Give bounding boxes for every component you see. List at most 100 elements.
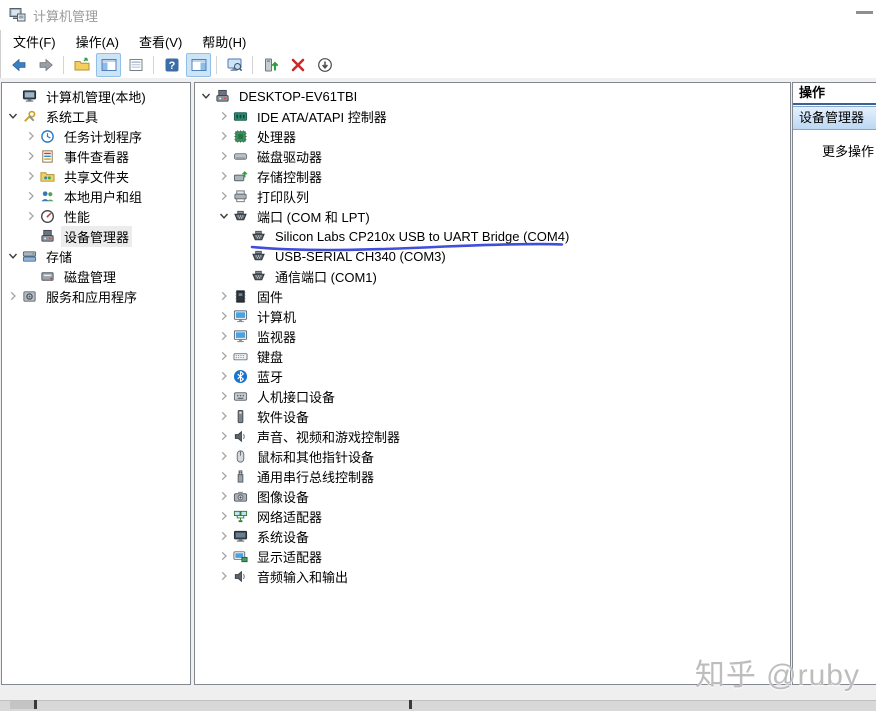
console-tree-icon <box>74 57 90 73</box>
tree-item-label: 计算机管理(本地) <box>43 86 149 107</box>
chevron-right-icon[interactable] <box>215 550 233 562</box>
tree-item[interactable]: 任务计划程序 <box>2 126 190 146</box>
export-list-button[interactable] <box>123 53 148 77</box>
tree-item[interactable]: 磁盘驱动器 <box>195 146 790 166</box>
chevron-right-icon[interactable] <box>215 130 233 142</box>
chevron-right-icon[interactable] <box>215 190 233 202</box>
processor-icon <box>233 129 250 144</box>
tree-item[interactable]: 网络适配器 <box>195 506 790 526</box>
tree-item-label: IDE ATA/ATAPI 控制器 <box>254 106 390 127</box>
chevron-down-icon[interactable] <box>215 210 233 222</box>
title-bar: 计算机管理 <box>0 0 876 30</box>
chevron-right-icon[interactable] <box>22 190 40 202</box>
software-device-icon <box>233 409 250 424</box>
more-actions-button[interactable]: 更多操作 <box>793 141 876 160</box>
tree-item[interactable]: 系统工具 <box>2 106 190 126</box>
disable-device-button[interactable] <box>312 53 337 77</box>
tree-item[interactable]: 共享文件夹 <box>2 166 190 186</box>
chevron-right-icon[interactable] <box>215 150 233 162</box>
tree-item[interactable]: 事件查看器 <box>2 146 190 166</box>
computer-management-icon <box>22 89 39 104</box>
tree-item[interactable]: 人机接口设备 <box>195 386 790 406</box>
toolbar-separator <box>252 56 253 74</box>
tree-item[interactable]: 设备管理器 <box>2 226 190 246</box>
chevron-right-icon[interactable] <box>22 170 40 182</box>
tree-item[interactable]: 系统设备 <box>195 526 790 546</box>
chevron-right-icon[interactable] <box>22 150 40 162</box>
tree-item[interactable]: Silicon Labs CP210x USB to UART Bridge (… <box>195 226 790 246</box>
tree-item[interactable]: 打印队列 <box>195 186 790 206</box>
chevron-right-icon[interactable] <box>215 310 233 322</box>
tree-item[interactable]: 本地用户和组 <box>2 186 190 206</box>
tree-item[interactable]: 鼠标和其他指针设备 <box>195 446 790 466</box>
chevron-right-icon[interactable] <box>215 170 233 182</box>
tree-item[interactable]: 存储 <box>2 246 190 266</box>
tree-item[interactable]: 显示适配器 <box>195 546 790 566</box>
tree-item[interactable]: 音频输入和输出 <box>195 566 790 586</box>
tree-item[interactable]: USB-SERIAL CH340 (COM3) <box>195 246 790 266</box>
hid-icon <box>233 389 250 404</box>
chevron-right-icon[interactable] <box>22 210 40 222</box>
tree-item[interactable]: 固件 <box>195 286 790 306</box>
chevron-right-icon[interactable] <box>215 570 233 582</box>
tree-item[interactable]: IDE ATA/ATAPI 控制器 <box>195 106 790 126</box>
tree-item[interactable]: 监视器 <box>195 326 790 346</box>
tree-item[interactable]: 声音、视频和游戏控制器 <box>195 426 790 446</box>
tree-item-label: 通用串行总线控制器 <box>254 466 377 487</box>
tree-item[interactable]: 蓝牙 <box>195 366 790 386</box>
action-pane-device-manager-item[interactable]: 设备管理器 <box>793 106 876 130</box>
chevron-right-icon[interactable] <box>215 110 233 122</box>
tree-item[interactable]: 性能 <box>2 206 190 226</box>
tree-item[interactable]: 处理器 <box>195 126 790 146</box>
tree-item[interactable]: DESKTOP-EV61TBI <box>195 86 790 106</box>
remote-computer-button[interactable] <box>222 53 247 77</box>
forward-button[interactable] <box>33 53 58 77</box>
menu-action[interactable]: 操作(A) <box>66 30 129 53</box>
chevron-right-icon[interactable] <box>4 290 22 302</box>
chevron-down-icon[interactable] <box>4 250 22 262</box>
menu-help[interactable]: 帮助(H) <box>192 30 256 53</box>
tree-item[interactable]: 磁盘管理 <box>2 266 190 286</box>
tree-item[interactable]: 通信端口 (COM1) <box>195 266 790 286</box>
tree-item[interactable]: 软件设备 <box>195 406 790 426</box>
tree-item-label: 本地用户和组 <box>61 186 145 207</box>
action-pane-header: 操作 <box>793 83 876 105</box>
console-tree-button[interactable] <box>69 53 94 77</box>
performance-icon <box>40 209 57 224</box>
chevron-right-icon[interactable] <box>215 370 233 382</box>
chevron-right-icon[interactable] <box>215 290 233 302</box>
minimize-button[interactable] <box>856 11 873 14</box>
chevron-right-icon[interactable] <box>215 530 233 542</box>
chevron-right-icon[interactable] <box>215 410 233 422</box>
chevron-right-icon[interactable] <box>215 350 233 362</box>
tree-item[interactable]: 键盘 <box>195 346 790 366</box>
show-hide-tree-button[interactable] <box>96 53 121 77</box>
chevron-right-icon[interactable] <box>215 510 233 522</box>
tree-item-label: 存储 <box>43 246 75 267</box>
tree-item[interactable]: 计算机管理(本地) <box>2 86 190 106</box>
chevron-right-icon[interactable] <box>215 490 233 502</box>
tree-item[interactable]: 端口 (COM 和 LPT) <box>195 206 790 226</box>
chevron-down-icon[interactable] <box>4 110 22 122</box>
menu-view[interactable]: 查看(V) <box>129 30 192 53</box>
chevron-right-icon[interactable] <box>215 450 233 462</box>
chevron-right-icon[interactable] <box>215 390 233 402</box>
uninstall-device-button[interactable] <box>285 53 310 77</box>
scan-hardware-changes-button[interactable] <box>258 53 283 77</box>
back-button[interactable] <box>6 53 31 77</box>
tree-item[interactable]: 存储控制器 <box>195 166 790 186</box>
show-hide-action-pane-button[interactable] <box>186 53 211 77</box>
chevron-right-icon[interactable] <box>215 430 233 442</box>
tree-item[interactable]: 服务和应用程序 <box>2 286 190 306</box>
chevron-down-icon[interactable] <box>197 90 215 102</box>
export-list-icon <box>128 57 144 73</box>
menu-file[interactable]: 文件(F) <box>3 30 66 53</box>
tree-item-label: 打印队列 <box>254 186 312 207</box>
chevron-right-icon[interactable] <box>215 330 233 342</box>
chevron-right-icon[interactable] <box>215 470 233 482</box>
tree-item[interactable]: 图像设备 <box>195 486 790 506</box>
tree-item[interactable]: 计算机 <box>195 306 790 326</box>
chevron-right-icon[interactable] <box>22 130 40 142</box>
help-button[interactable]: ? <box>159 53 184 77</box>
tree-item[interactable]: 通用串行总线控制器 <box>195 466 790 486</box>
